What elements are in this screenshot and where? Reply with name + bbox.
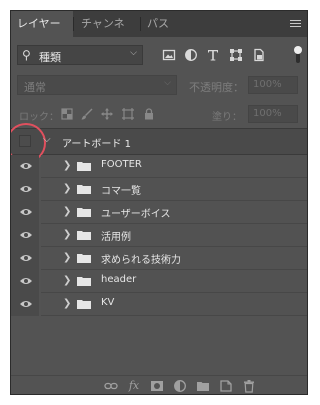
layer-name: 求められる技術力 — [101, 255, 181, 266]
shape-layer-filter-icon[interactable] — [229, 48, 243, 62]
eye-icon[interactable] — [19, 276, 33, 286]
layer-row[interactable]: ❯ 求められる技術力 — [11, 247, 307, 270]
chevron-right-icon[interactable]: ❯ — [63, 275, 71, 286]
tab-divider — [73, 17, 74, 31]
layer-row[interactable]: ❯ KV — [11, 293, 307, 316]
layer-row[interactable]: ❯ 活用例 — [11, 224, 307, 247]
fill-label: 塗り： — [212, 112, 242, 123]
layer-style-fx-icon[interactable]: fx — [127, 379, 141, 393]
layer-row[interactable]: ❯ コマ一覧 — [11, 178, 307, 201]
lock-image-pixels-icon[interactable] — [80, 107, 94, 121]
tab-paths[interactable]: パス — [141, 11, 177, 37]
lock-position-icon[interactable] — [100, 107, 114, 121]
add-mask-icon[interactable] — [150, 379, 164, 393]
pixel-layer-filter-icon[interactable] — [162, 48, 176, 62]
layer-row[interactable]: ❯ FOOTER — [11, 155, 307, 178]
layer-name: コマ一覧 — [101, 186, 141, 197]
chevron-right-icon[interactable]: ❯ — [63, 206, 71, 217]
blend-row: 通常 ⌵ 不透明度： 100% — [11, 75, 307, 97]
layer-row[interactable]: ❯ header — [11, 270, 307, 293]
eye-icon[interactable] — [19, 207, 33, 217]
tab-layers[interactable]: レイヤー — [11, 11, 73, 37]
filter-row: ⚲ 種類 ⌵ — [11, 45, 307, 67]
adjustment-layer-filter-icon[interactable] — [184, 48, 198, 62]
new-group-folder-icon[interactable] — [196, 379, 210, 393]
layer-name: header — [101, 274, 137, 285]
layer-name: KV — [101, 297, 115, 308]
chevron-down-icon: ⌵ — [164, 78, 171, 88]
chevron-right-icon[interactable]: ❯ — [63, 229, 71, 240]
lock-all-icon[interactable] — [142, 107, 156, 121]
new-adjustment-layer-icon[interactable] — [173, 379, 187, 393]
chevron-right-icon[interactable]: ❯ — [63, 183, 71, 194]
eye-icon[interactable] — [19, 184, 33, 194]
chevron-right-icon[interactable]: ❯ — [63, 160, 71, 171]
layer-list: ⌵ アートボード 1 ❯ FOOTER ❯ コマ一覧 ❯ ユーザーボイス ❯ 活… — [11, 123, 307, 377]
lock-transparency-icon[interactable] — [60, 107, 74, 121]
link-layers-icon[interactable] — [104, 379, 118, 393]
tab-layers-label: レイヤー — [17, 17, 61, 30]
filter-toggle-switch[interactable] — [294, 46, 302, 64]
folder-icon — [77, 185, 91, 194]
smart-object-filter-icon[interactable] — [252, 48, 266, 62]
eye-icon[interactable] — [19, 253, 33, 263]
layer-name: FOOTER — [101, 159, 142, 170]
folder-icon — [77, 231, 91, 240]
opacity-label: 不透明度： — [189, 81, 244, 94]
search-icon: ⚲ — [22, 48, 31, 62]
eye-icon[interactable] — [19, 161, 33, 171]
fill-input[interactable]: 100% — [248, 105, 298, 123]
eye-icon[interactable] — [19, 299, 33, 309]
chevron-down-icon: ⌵ — [130, 48, 137, 58]
layer-name: ユーザーボイス — [101, 209, 171, 220]
blend-mode-label: 通常 — [24, 81, 46, 94]
folder-icon — [77, 277, 91, 286]
layer-actions-bar: fx — [11, 375, 307, 394]
type-layer-filter-icon[interactable] — [206, 48, 220, 62]
chevron-down-icon[interactable]: ⌵ — [43, 134, 51, 145]
panel-menu-icon[interactable] — [290, 20, 301, 28]
chevron-right-icon[interactable]: ❯ — [63, 252, 71, 263]
lock-label: ロック： — [19, 112, 59, 123]
new-layer-icon[interactable] — [219, 379, 233, 393]
tab-channels[interactable]: チャンネル — [75, 11, 139, 56]
filter-kind-select[interactable]: ⚲ 種類 ⌵ — [17, 45, 143, 65]
folder-icon — [77, 162, 91, 171]
lock-row: ロック： 塗り： 100% — [11, 104, 307, 126]
folder-icon — [77, 254, 91, 263]
layer-name: 活用例 — [101, 232, 131, 243]
folder-icon — [77, 300, 91, 309]
artboard-name: アートボード 1 — [62, 139, 131, 150]
folder-icon — [77, 208, 91, 217]
trash-icon[interactable] — [242, 379, 256, 393]
eye-icon[interactable] — [19, 230, 33, 240]
chevron-right-icon[interactable]: ❯ — [63, 298, 71, 309]
artboard-row[interactable]: ⌵ アートボード 1 — [11, 123, 307, 163]
layer-row[interactable]: ❯ ユーザーボイス — [11, 201, 307, 224]
blend-mode-select[interactable]: 通常 ⌵ — [17, 75, 177, 95]
lock-artboard-icon[interactable] — [121, 107, 135, 121]
layers-panel: レイヤー チャンネル パス ⚲ 種類 ⌵ 通常 ⌵ 不透明度： 100% ロック… — [10, 10, 308, 395]
tab-paths-label: パス — [147, 17, 169, 30]
opacity-input[interactable]: 100% — [248, 76, 298, 94]
panel-tab-bar: レイヤー チャンネル パス — [11, 11, 307, 56]
filter-kind-label: 種類 — [39, 51, 61, 64]
